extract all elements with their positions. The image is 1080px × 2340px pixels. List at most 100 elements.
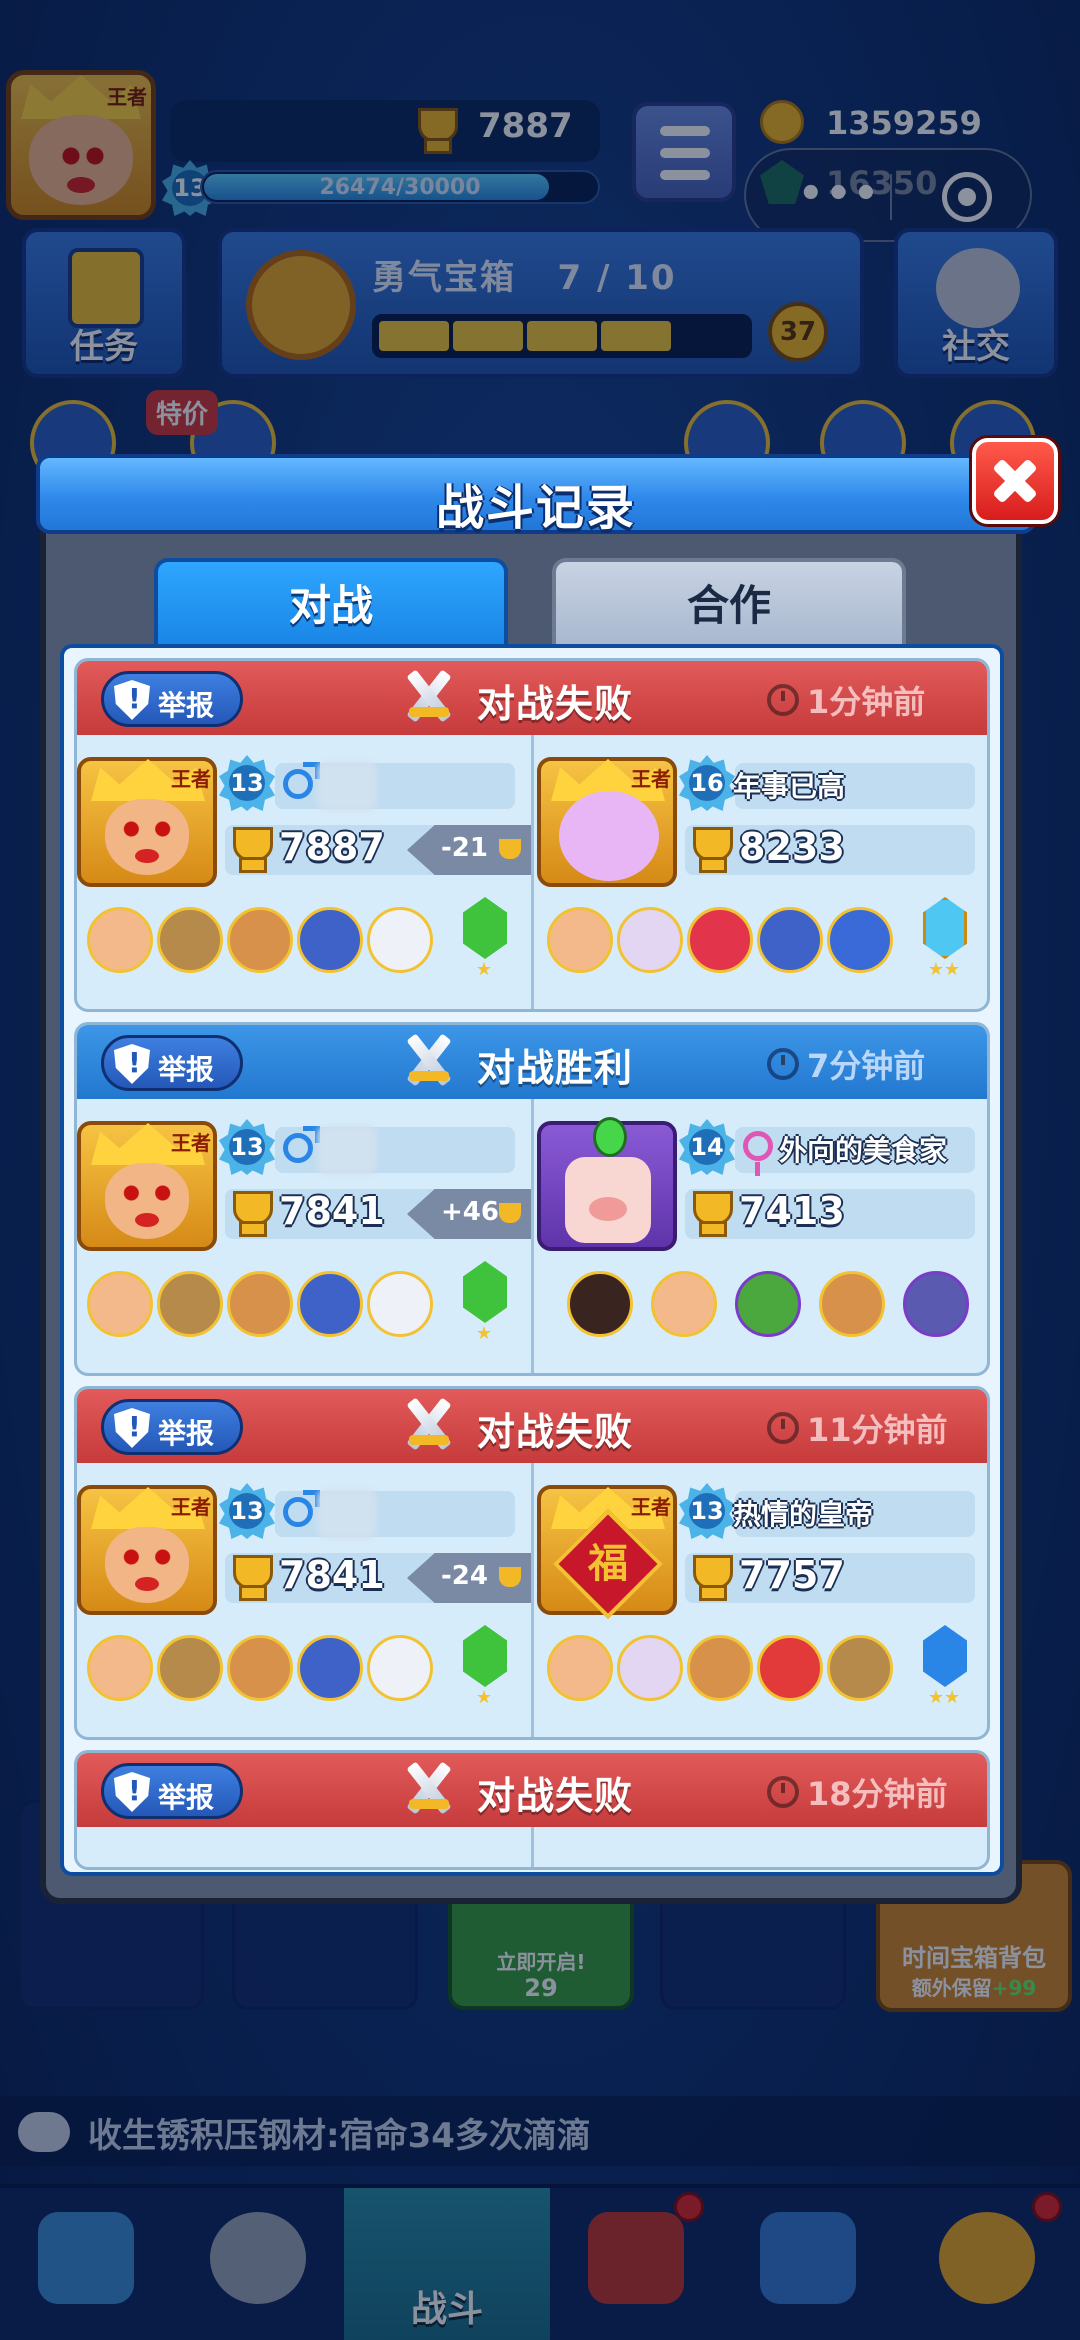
opponent-name: 热情的皇帝 [733, 1498, 874, 1531]
report-button[interactable]: 举报 [101, 1399, 243, 1455]
hero-icon[interactable] [297, 907, 363, 973]
hero-icon[interactable] [757, 1635, 823, 1701]
trophy-icon [227, 1555, 273, 1601]
tab-versus[interactable]: 对战 [154, 558, 508, 644]
report-button[interactable]: 举报 [101, 1763, 243, 1819]
hero-icon[interactable] [735, 1271, 801, 1337]
hero-icon[interactable] [297, 1635, 363, 1701]
shield-icon [114, 680, 150, 720]
hero-icon[interactable] [827, 1635, 893, 1701]
hero-icon[interactable] [651, 1271, 717, 1337]
battle-result: 对战失败 [477, 1774, 634, 1818]
opponent-avatar[interactable] [537, 1117, 677, 1251]
hero-icon[interactable] [157, 1271, 223, 1337]
battle-card: 举报 对战胜利 7分钟前 王者 13 7841 +46 [74, 1022, 990, 1376]
level-number: 13 [229, 765, 265, 801]
battle-time-text: 1分钟前 [807, 683, 926, 721]
close-button[interactable] [972, 438, 1058, 524]
player-side: 王者 13 7841 +46 ★ [77, 1099, 533, 1373]
hero-icon[interactable] [617, 907, 683, 973]
clock-icon [767, 684, 799, 716]
opponent-name: 年事已高 [733, 770, 846, 803]
report-button[interactable]: 举报 [101, 1035, 243, 1091]
hero-icon[interactable] [367, 1271, 433, 1337]
opponent-side: 福王者 13 热情的皇帝 7757 ★★ [537, 1463, 987, 1737]
hero-icon[interactable] [297, 1271, 363, 1337]
hero-lineup: ★★ [547, 1625, 987, 1715]
hero-icon[interactable] [567, 1271, 633, 1337]
trophy-icon [499, 1203, 521, 1223]
hero-icon[interactable] [757, 907, 823, 973]
battle-time: 11分钟前 [767, 1405, 948, 1451]
tab-bar: 对战 合作 [154, 558, 914, 644]
battle-card-header: 举报 对战胜利 7分钟前 [77, 1025, 987, 1099]
blurred-name [317, 1125, 377, 1175]
report-label: 举报 [158, 1417, 215, 1450]
modal-title: 战斗记录 [435, 480, 636, 536]
trophy-icon [687, 1555, 733, 1601]
hero-icon[interactable] [227, 1271, 293, 1337]
hero-icon[interactable] [819, 1271, 885, 1337]
player-avatar[interactable]: 王者 [77, 1121, 217, 1251]
opponent-avatar[interactable]: 福王者 [537, 1485, 677, 1620]
male-icon [283, 1126, 320, 1163]
hero-icon[interactable] [157, 1635, 223, 1701]
trophy-count: 7887 [279, 825, 385, 869]
battle-time: 7分钟前 [767, 1041, 925, 1087]
trophy-count: 8233 [739, 825, 845, 869]
level-badge: 13 [219, 755, 275, 811]
hero-icon[interactable] [227, 1635, 293, 1701]
female-icon [743, 1131, 773, 1176]
hero-icon[interactable] [687, 907, 753, 973]
shield-icon [114, 1044, 150, 1084]
hero-icon[interactable] [87, 1635, 153, 1701]
hero-icon[interactable] [903, 1271, 969, 1337]
tab-coop[interactable]: 合作 [552, 558, 906, 644]
battle-result: 对战失败 [477, 1410, 634, 1454]
level-number: 13 [229, 1493, 265, 1529]
clock-icon [767, 1048, 799, 1080]
hero-icon[interactable] [547, 1635, 613, 1701]
level-number: 13 [229, 1129, 265, 1165]
clock-icon [767, 1412, 799, 1444]
player-side: 王者 13 7841 -24 ★ [77, 1463, 533, 1737]
green-gem-icon[interactable]: ★ [459, 1261, 509, 1344]
king-rank-label: 王者 [171, 1131, 211, 1155]
level-number: 16 [689, 765, 725, 801]
king-rank-label: 王者 [631, 767, 671, 791]
blue-gem-icon[interactable]: ★★ [919, 897, 969, 980]
opponent-side: 14 外向的美食家 7413 [537, 1099, 987, 1373]
battle-card: 举报 对战失败 1分钟前 王者 13 7887 -21 [74, 658, 990, 1012]
trophy-count: 7757 [739, 1553, 845, 1597]
hero-lineup: ★ [87, 1625, 527, 1715]
hero-icon[interactable] [367, 1635, 433, 1701]
hero-icon[interactable] [157, 907, 223, 973]
player-avatar[interactable]: 王者 [77, 757, 217, 887]
opponent-avatar[interactable]: 王者 [537, 757, 677, 887]
hero-lineup: ★ [87, 1261, 527, 1351]
crossed-swords-icon [399, 1031, 457, 1091]
divider [531, 1827, 534, 1867]
hero-icon[interactable] [227, 907, 293, 973]
blue-gem-icon[interactable]: ★★ [919, 1625, 969, 1708]
male-icon [283, 1490, 320, 1527]
trophy-count: 7413 [739, 1189, 845, 1233]
hero-icon[interactable] [367, 907, 433, 973]
battle-list[interactable]: 举报 对战失败 1分钟前 王者 13 7887 -21 [60, 644, 1004, 1876]
trophy-count: 7841 [279, 1553, 385, 1597]
level-badge: 13 [219, 1483, 275, 1539]
green-gem-icon[interactable]: ★ [459, 897, 509, 980]
hero-icon[interactable] [547, 907, 613, 973]
hero-icon[interactable] [687, 1635, 753, 1701]
player-avatar[interactable]: 王者 [77, 1485, 217, 1615]
hero-icon[interactable] [87, 907, 153, 973]
hero-icon[interactable] [827, 907, 893, 973]
player-side: 王者 13 7887 -21 ★ [77, 735, 533, 1009]
level-badge: 16 [679, 755, 735, 811]
report-button[interactable]: 举报 [101, 671, 243, 727]
tab-coop-label: 合作 [686, 581, 771, 630]
green-gem-icon[interactable]: ★ [459, 1625, 509, 1708]
hero-icon[interactable] [617, 1635, 683, 1701]
hero-icon[interactable] [87, 1271, 153, 1337]
opponent-name: 外向的美食家 [779, 1134, 948, 1167]
